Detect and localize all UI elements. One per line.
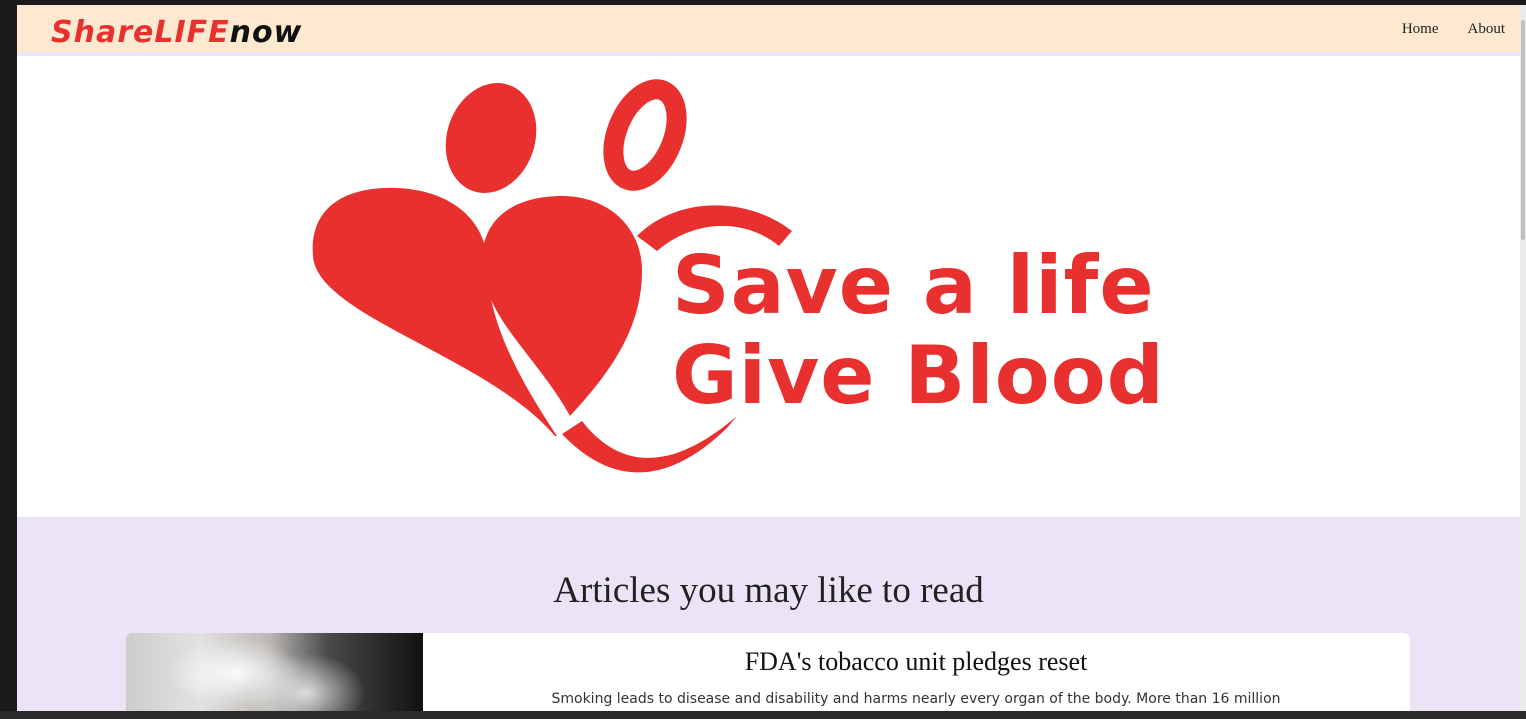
brand-logo[interactable]: ShareLIFEnow <box>51 15 302 51</box>
article-card[interactable]: FDA's tobacco unit pledges reset Smoking… <box>126 633 1410 711</box>
nav-about-link[interactable]: About <box>1468 21 1506 38</box>
article-snippet: Smoking leads to disease and disability … <box>551 691 1281 707</box>
article-title[interactable]: FDA's tobacco unit pledges reset <box>436 647 1396 677</box>
scrollbar-thumb[interactable] <box>1521 20 1525 240</box>
brand-logo-part2: now <box>229 15 303 50</box>
hero-banner: Save a life Give Blood <box>17 56 1520 517</box>
nav-home-link[interactable]: Home <box>1402 21 1439 38</box>
hero-headline-line2: Give Blood <box>672 329 1165 422</box>
articles-heading: Articles you may like to read <box>553 570 984 611</box>
nav-links: Home About <box>1402 21 1505 38</box>
browser-viewport: ShareLIFEnow Home About Save a life Give… <box>17 5 1520 711</box>
article-thumbnail[interactable] <box>126 633 423 711</box>
articles-section: Articles you may like to read FDA's toba… <box>17 517 1520 711</box>
logo-swoosh <box>562 416 737 473</box>
logo-right-head <box>603 79 687 191</box>
brand-logo-part1: ShareLIFE <box>51 15 230 50</box>
hero-headline-line1: Save a life <box>672 239 1155 332</box>
navbar: ShareLIFEnow Home About <box>17 5 1520 56</box>
page-scrollbar[interactable] <box>1520 5 1526 711</box>
os-taskbar <box>0 711 1526 719</box>
logo-left-head <box>445 83 537 193</box>
